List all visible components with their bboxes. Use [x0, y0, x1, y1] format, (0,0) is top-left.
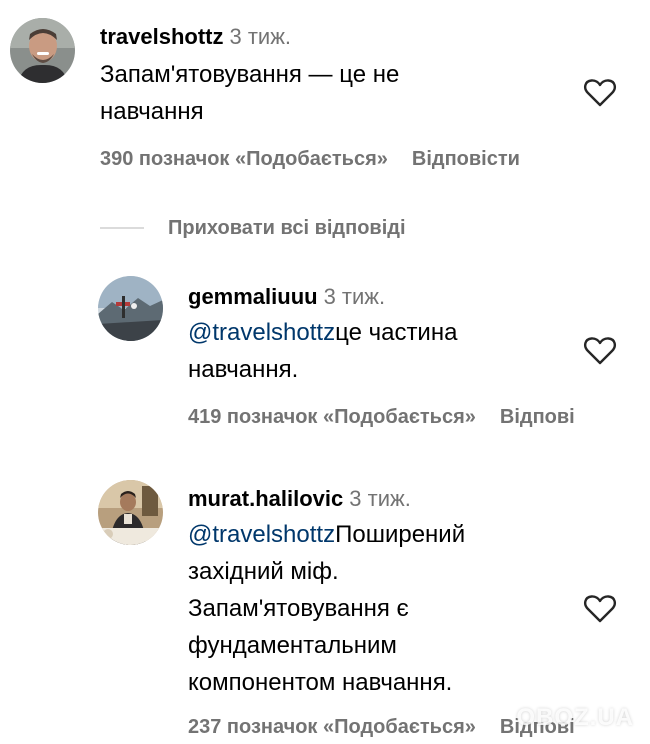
comment-line: @travelshottzПоширений: [188, 516, 465, 553]
username[interactable]: murat.halilovic: [188, 486, 343, 511]
heart-outline-icon[interactable]: [583, 78, 617, 108]
comment-header: travelshottz 3 тиж.: [100, 22, 399, 52]
comment-line: навчання.: [188, 356, 299, 383]
avatar-murat-halilovic-image: [98, 480, 163, 545]
username[interactable]: gemmaliuuu: [188, 284, 318, 309]
comment-header: murat.halilovic 3 тиж.: [188, 484, 465, 514]
comment-line: компонентом навчання.: [188, 669, 453, 696]
timestamp[interactable]: 3 тиж.: [324, 284, 386, 309]
comment-line: Запам'ятовування — це не: [100, 61, 400, 88]
heart-outline-icon[interactable]: [583, 594, 617, 624]
likes-count[interactable]: 390 позначок «Подобається»: [100, 148, 388, 170]
watermark-logo: OBOZ.UA: [516, 704, 634, 731]
likes-count[interactable]: 419 позначок «Подобається»: [188, 406, 476, 428]
timestamp[interactable]: 3 тиж.: [229, 24, 291, 49]
comment-line: західний міф.: [188, 558, 339, 585]
hide-replies-button[interactable]: Приховати всі відповіді: [168, 212, 406, 244]
avatar-travelshottz[interactable]: [10, 18, 75, 83]
comment-meta: 390 позначок «Подобається» Відповісти: [100, 148, 520, 171]
comment-line: фундаментальним: [188, 632, 397, 659]
username[interactable]: travelshottz: [100, 24, 223, 49]
comment-line-text: Поширений: [335, 521, 466, 548]
comment-line: @travelshottzце частина: [188, 314, 457, 351]
avatar-travelshottz-image: [10, 18, 75, 83]
reply-button[interactable]: Відповісти: [412, 148, 520, 170]
comment-line-text: це частина: [335, 319, 458, 346]
reply-button[interactable]: Відпові: [500, 406, 575, 428]
likes-count[interactable]: 237 позначок «Подобається»: [188, 716, 476, 738]
mention-link[interactable]: @travelshottz: [188, 521, 335, 548]
timestamp[interactable]: 3 тиж.: [349, 486, 411, 511]
avatar-gemmaliuuu[interactable]: [98, 276, 163, 341]
mention-link[interactable]: @travelshottz: [188, 319, 335, 346]
heart-outline-icon[interactable]: [583, 336, 617, 366]
divider-line: [100, 227, 144, 229]
comment-line: навчання: [100, 98, 204, 125]
avatar-gemmaliuuu-image: [98, 276, 163, 341]
avatar-murat-halilovic[interactable]: [98, 480, 163, 545]
comment-line: Запам'ятовування є: [188, 595, 409, 622]
comment-header: gemmaliuuu 3 тиж.: [188, 282, 457, 312]
comment-meta: 419 позначок «Подобається» Відпові: [188, 406, 575, 429]
